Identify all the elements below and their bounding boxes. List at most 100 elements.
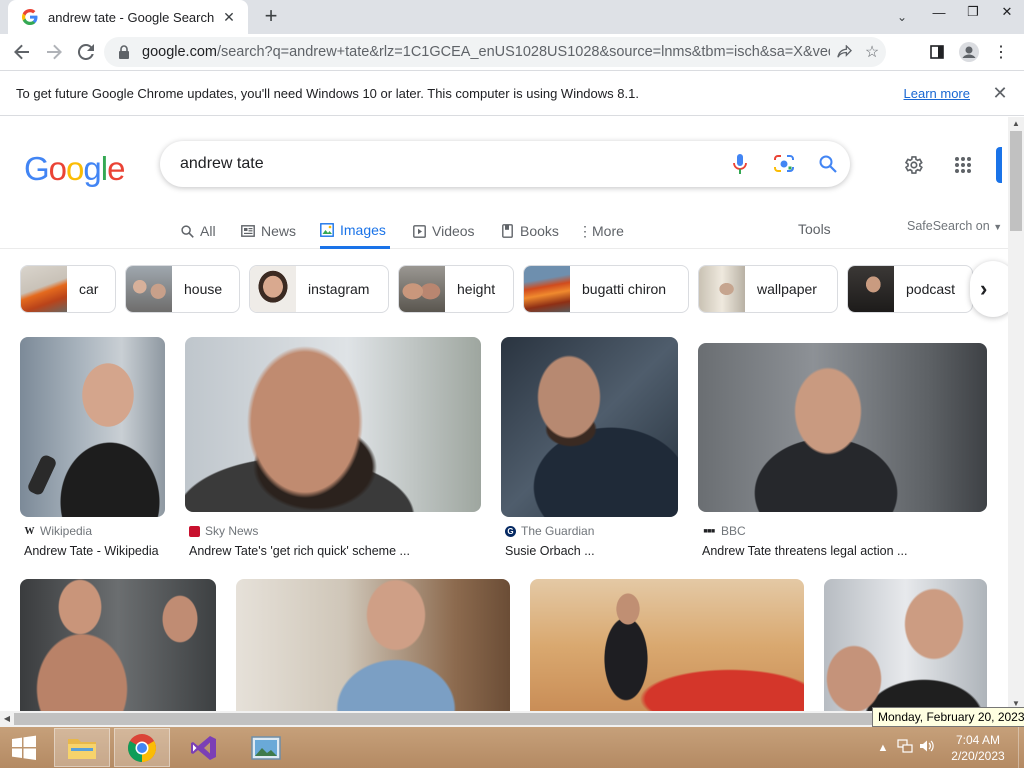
result-source-3[interactable]: G The Guardian [505,524,594,538]
tray-expand-icon[interactable]: ▲ [872,742,894,754]
chrome-menu-icon[interactable]: ⋮ [986,36,1016,68]
reload-icon [78,44,94,60]
network-icon[interactable] [894,739,916,756]
voice-search-icon[interactable] [718,142,762,186]
infobar-message: To get future Google Chrome updates, you… [16,85,639,101]
chip-podcast[interactable]: podcast [847,265,973,313]
taskbar-visual-studio[interactable] [176,728,232,767]
safesearch-toggle[interactable]: SafeSearch on ▼ [907,219,1002,233]
sign-in-button[interactable] [996,147,1002,183]
infobar-close-icon[interactable]: ✕ [986,83,1014,104]
horizontal-scrollbar[interactable]: ◀ [0,711,1008,727]
taskbar-file-explorer[interactable] [54,728,110,767]
tab-news[interactable]: News [241,213,296,249]
folder-icon [68,738,96,759]
chip-height[interactable]: height [398,265,514,313]
taskbar-chrome[interactable] [114,728,170,767]
result-caption-2[interactable]: Andrew Tate's 'get rich quick' scheme ..… [189,544,481,558]
tab-label: News [261,223,297,239]
video-icon [412,224,426,238]
book-icon [500,224,514,238]
forward-button[interactable] [38,36,70,68]
vertical-scrollbar[interactable]: ▲ ▼ [1008,117,1024,711]
search-box[interactable]: andrew tate [160,141,850,187]
browser-toolbar: google.com/search?q=andrew+tate&rlz=1C1G… [0,34,1024,70]
result-source-4[interactable]: ■■■ BBC [702,524,745,538]
chip-wallpaper[interactable]: wallpaper [698,265,838,313]
images-icon [320,222,334,237]
tab-books[interactable]: Books [500,213,559,249]
window-close-icon[interactable]: ✕ [990,0,1024,24]
lens-camera-icon[interactable] [762,142,806,186]
chip-thumbnail [126,266,172,312]
back-button[interactable] [6,36,38,68]
profile-icon[interactable] [954,36,984,68]
settings-gear-icon[interactable] [896,148,930,182]
related-chips: car house instagram height bugatti chiro… [0,265,1008,313]
new-tab-button[interactable]: + [258,4,284,30]
scroll-up-icon[interactable]: ▲ [1008,117,1024,131]
tab-search-icon[interactable]: ⌄ [892,5,912,29]
result-caption-4[interactable]: Andrew Tate threatens legal action ... [702,544,987,558]
browser-tab[interactable]: andrew tate - Google Search ✕ [8,0,248,34]
side-panel-icon[interactable] [922,36,952,68]
minimize-icon[interactable]: — [922,0,956,24]
tab-label: Images [340,221,386,238]
result-source-1[interactable]: W Wikipedia [24,524,93,538]
tab-videos[interactable]: Videos [412,213,475,249]
result-image-2[interactable] [185,337,481,512]
arrow-left-icon [14,44,29,60]
tab-strip: andrew tate - Google Search ✕ + ⌄ — ❐ ✕ [0,0,1024,34]
result-source-2[interactable]: Sky News [189,524,258,538]
result-caption-1[interactable]: Andrew Tate - Wikipedia [24,544,169,558]
taskbar-clock[interactable]: 7:04 AM 2/20/2023 [938,732,1018,764]
address-bar[interactable]: google.com/search?q=andrew+tate&rlz=1C1G… [104,37,886,67]
tab-images[interactable]: Images [320,213,390,249]
tools-button[interactable]: Tools [798,221,831,237]
date-tooltip: Monday, February 20, 2023 [872,707,1024,727]
start-button[interactable] [0,727,48,768]
result-image-8[interactable] [824,579,987,711]
search-icon[interactable] [806,142,850,186]
logo-letter: g [83,150,101,187]
chip-instagram[interactable]: instagram [249,265,389,313]
result-image-6[interactable] [236,579,510,711]
horizontal-scroll-thumb[interactable] [14,713,874,725]
tab-more[interactable]: ⋮ More [578,213,624,249]
learn-more-link[interactable]: Learn more [904,86,970,101]
google-images-page: Google andrew tate All News Images Video… [0,117,1008,711]
chip-car[interactable]: car [20,265,116,313]
chip-bugatti-chiron[interactable]: bugatti chiron [523,265,689,313]
result-image-4[interactable] [698,343,987,512]
result-image-1[interactable] [20,337,165,517]
safesearch-label: SafeSearch on [907,219,990,233]
tab-all[interactable]: All [180,213,216,249]
chip-label: car [79,281,99,297]
reload-button[interactable] [70,36,102,68]
close-tab-icon[interactable]: ✕ [220,9,238,26]
apps-grid-icon[interactable] [946,148,980,182]
vertical-scroll-thumb[interactable] [1010,131,1022,231]
restore-icon[interactable]: ❐ [956,0,990,24]
chips-next-button[interactable]: › [970,261,1008,317]
taskbar-photos[interactable] [238,728,294,767]
google-logo[interactable]: Google [24,150,125,188]
chip-house[interactable]: house [125,265,240,313]
system-tray: ▲ 7:04 AM 2/20/2023 [872,727,1024,768]
scroll-left-icon[interactable]: ◀ [0,711,14,727]
share-icon[interactable] [830,38,858,66]
volume-icon[interactable] [916,739,938,756]
windows-taskbar: ▲ 7:04 AM 2/20/2023 [0,727,1024,768]
chip-thumbnail [699,266,745,312]
result-image-3[interactable] [501,337,678,517]
result-image-7[interactable] [530,579,804,711]
window-controls: ⌄ — ❐ ✕ [897,0,1024,24]
chip-label: height [457,281,496,297]
search-input[interactable]: andrew tate [180,155,718,173]
url-text[interactable]: google.com/search?q=andrew+tate&rlz=1C1G… [142,44,830,60]
result-caption-3[interactable]: Susie Orbach ... [505,544,680,558]
bookmark-star-icon[interactable]: ☆ [858,38,886,66]
result-image-5[interactable] [20,579,216,711]
lock-icon[interactable] [118,45,130,59]
show-desktop-button[interactable] [1018,727,1024,768]
